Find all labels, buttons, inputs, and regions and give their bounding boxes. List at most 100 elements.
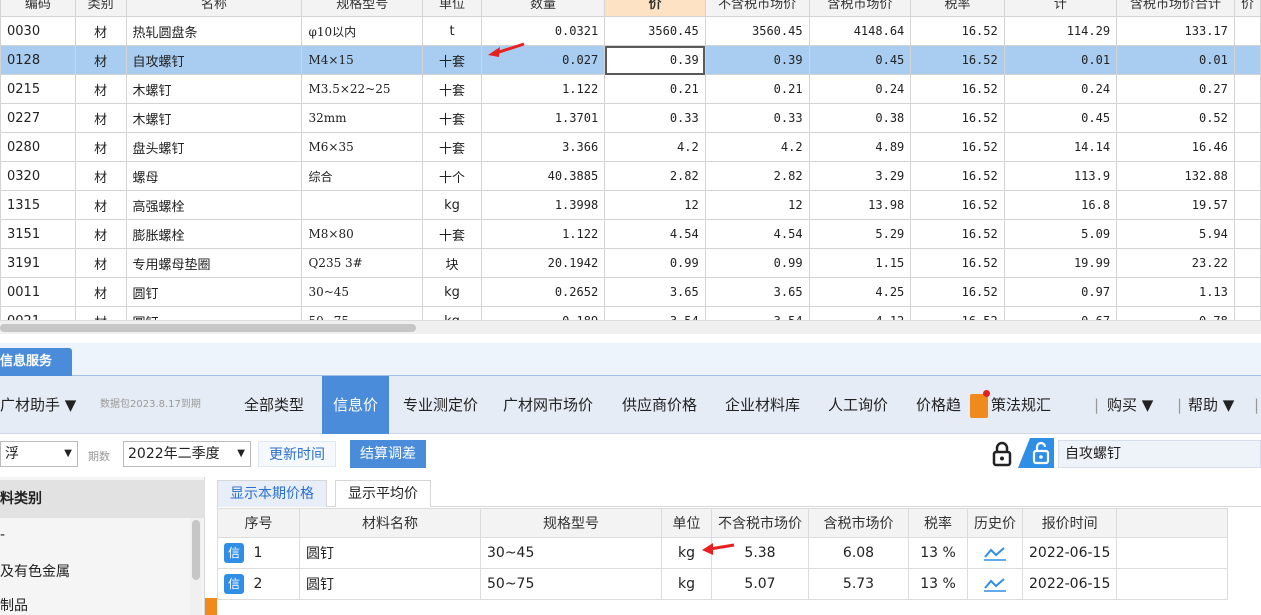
menu-info-price[interactable]: 信息价 [322, 376, 390, 434]
cell-code[interactable]: 0128 [0, 45, 76, 75]
cell-tax-sum[interactable]: 1.13 [1116, 277, 1235, 307]
cell-spec[interactable]: φ10以内 [301, 16, 424, 46]
cell-tax-price[interactable]: 1.15 [808, 248, 912, 278]
menu-buy[interactable]: 购买 ▼ [1107, 376, 1153, 434]
col-header-tax-price[interactable]: 含税市场价 [808, 0, 912, 17]
cell-tax-price[interactable]: 4148.64 [808, 16, 912, 46]
col-header-unit[interactable]: 单位 [661, 508, 712, 538]
tab-current-price[interactable]: 显示本期价格 [217, 480, 327, 507]
menu-market-price[interactable]: 广材网市场价 [503, 376, 593, 434]
cell-qty[interactable]: 1.122 [480, 219, 606, 249]
cell-category[interactable]: 材 [74, 16, 127, 46]
cell-spec[interactable]: 50~75 [480, 568, 662, 600]
table-row[interactable]: 3151 材膨胀螺栓 M8×80 十套 1.122 4.54 4.54 5.29 16.52 5.… [0, 219, 1261, 249]
cell-seq[interactable]: 信1 [217, 537, 300, 569]
cell-tax-sum[interactable]: 0.27 [1116, 74, 1235, 104]
scrollbar-thumb[interactable] [0, 324, 416, 332]
trend-chart-icon[interactable] [983, 576, 1007, 592]
cell-sum[interactable]: 19.99 [1003, 248, 1118, 278]
tab-info-service[interactable]: 信息服务 [0, 348, 73, 376]
price-row[interactable]: 信 2 圆钉 50~75 kg 5.07 5.73 13 % 2022-06-15 [217, 568, 1229, 600]
category-scrollbar[interactable] [190, 518, 202, 615]
cell-rate[interactable]: 13 % [908, 537, 968, 569]
cell-qty[interactable]: 0.2652 [480, 277, 606, 307]
material-search-input[interactable]: 自攻螺钉 [1058, 440, 1261, 468]
menu-manual-inquiry[interactable]: 人工询价 [828, 376, 888, 434]
cell-unit[interactable]: 十套 [422, 45, 482, 75]
cell-code[interactable]: 0227 [0, 103, 76, 133]
col-header-notax-price[interactable]: 不含税市场价 [711, 508, 809, 538]
menu-policy[interactable]: 策法规汇 [970, 376, 1051, 434]
cell-notax-price[interactable]: 3560.45 [704, 16, 810, 46]
cell-category[interactable]: 材 [74, 45, 127, 75]
cell-price[interactable]: 0.99 [604, 248, 706, 278]
table-row[interactable]: 0030 材热轧圆盘条 φ10以内 t 0.0321 3560.45 3560.45 4148… [0, 16, 1261, 46]
table-row[interactable]: 0320 材螺母 综合 十个 40.3885 2.82 2.82 3.29 16.52 113.9… [0, 161, 1261, 191]
category-item[interactable]: - [0, 520, 5, 550]
col-header-spec[interactable]: 规格型号 [480, 508, 662, 538]
cell-notax-price[interactable]: 0.33 [704, 103, 810, 133]
col-header-price[interactable]: 价 [604, 0, 706, 17]
cell-spec[interactable]: 30~45 [480, 537, 662, 569]
cell-category[interactable]: 材 [74, 219, 127, 249]
cell-tax-price[interactable]: 0.24 [808, 74, 912, 104]
category-item-products[interactable]: 制品 [0, 591, 28, 615]
menu-help[interactable]: 帮助 ▼ [1188, 376, 1234, 434]
cell-notax-price[interactable]: 5.07 [711, 568, 809, 600]
cell-tax-price[interactable]: 5.73 [808, 568, 909, 600]
cell-sum[interactable]: 0.24 [1003, 74, 1118, 104]
cell-category[interactable]: 材 [74, 132, 127, 162]
cell-sum[interactable]: 0.01 [1003, 45, 1118, 75]
cell-name[interactable]: 圆钉 [125, 277, 303, 307]
cell-spec[interactable]: 综合 [301, 161, 424, 191]
cell-quote-time[interactable]: 2022-06-15 [1021, 537, 1118, 569]
col-header-sum[interactable]: 计 [1003, 0, 1118, 17]
cell-rate[interactable]: 16.52 [910, 132, 1005, 162]
cell-category[interactable]: 材 [74, 103, 127, 133]
cell-tax-price[interactable]: 0.38 [808, 103, 912, 133]
cell-unit[interactable]: 十套 [422, 103, 482, 133]
cell-rate[interactable]: 16.52 [910, 277, 1005, 307]
horizontal-scrollbar[interactable] [0, 320, 1261, 334]
cell-sum[interactable]: 5.09 [1003, 219, 1118, 249]
cell-rate[interactable]: 16.52 [910, 74, 1005, 104]
col-header-seq[interactable]: 序号 [217, 508, 300, 538]
cell-rate[interactable]: 16.52 [910, 16, 1005, 46]
col-header-code[interactable]: 编码 [0, 0, 76, 17]
col-header-material-name[interactable]: 材料名称 [299, 508, 481, 538]
cell-rate[interactable]: 16.52 [910, 190, 1005, 220]
info-badge-icon[interactable]: 信 [224, 574, 244, 594]
col-header-notax-price[interactable]: 不含税市场价 [704, 0, 810, 17]
cell-name[interactable]: 圆钉 [125, 306, 303, 320]
unlock-icon[interactable] [1016, 438, 1054, 468]
region-select[interactable]: 浮 ▼ [0, 441, 78, 467]
cell-name[interactable]: 热轧圆盘条 [125, 16, 303, 46]
cell-category[interactable]: 材 [74, 277, 127, 307]
cell-notax-price[interactable]: 12 [704, 190, 810, 220]
menu-all-types[interactable]: 全部类型 [244, 376, 304, 434]
cell-price[interactable]: 0.21 [604, 74, 706, 104]
cell-name[interactable]: 木螺钉 [125, 103, 303, 133]
cell-rate[interactable]: 13 % [908, 568, 968, 600]
col-header-name[interactable]: 名称 [125, 0, 303, 17]
cell-qty[interactable]: 1.3998 [480, 190, 606, 220]
cell-name[interactable]: 盘头螺钉 [125, 132, 303, 162]
col-header-tax-sum[interactable]: 含税市场价合计 [1116, 0, 1235, 17]
cell-rate[interactable]: 16.52 [910, 306, 1005, 320]
cell-unit[interactable]: 十套 [422, 132, 482, 162]
cell-spec[interactable]: 32mm [301, 103, 424, 133]
cell-tax-sum[interactable]: 132.88 [1116, 161, 1235, 191]
cell-tax-price[interactable]: 4.89 [808, 132, 912, 162]
cell-sum[interactable]: 114.29 [1003, 16, 1118, 46]
col-header-spec[interactable]: 规格型号 [301, 0, 424, 17]
cell-code[interactable]: 3151 [0, 219, 76, 249]
cell-category[interactable]: 材 [74, 248, 127, 278]
cell-code[interactable]: 3191 [0, 248, 76, 278]
cell-notax-price[interactable]: 0.39 [704, 45, 810, 75]
cell-spec[interactable]: M8×80 [301, 219, 424, 249]
cell-tax-sum[interactable]: 0.78 [1116, 306, 1235, 320]
cell-quote-time[interactable]: 2022-06-15 [1021, 568, 1118, 600]
cell-qty[interactable]: 3.366 [480, 132, 606, 162]
cell-qty[interactable]: 20.1942 [480, 248, 606, 278]
table-row[interactable]: 0021材圆钉50~75kg0.1893.543.544.1216.520.67… [0, 306, 1261, 320]
